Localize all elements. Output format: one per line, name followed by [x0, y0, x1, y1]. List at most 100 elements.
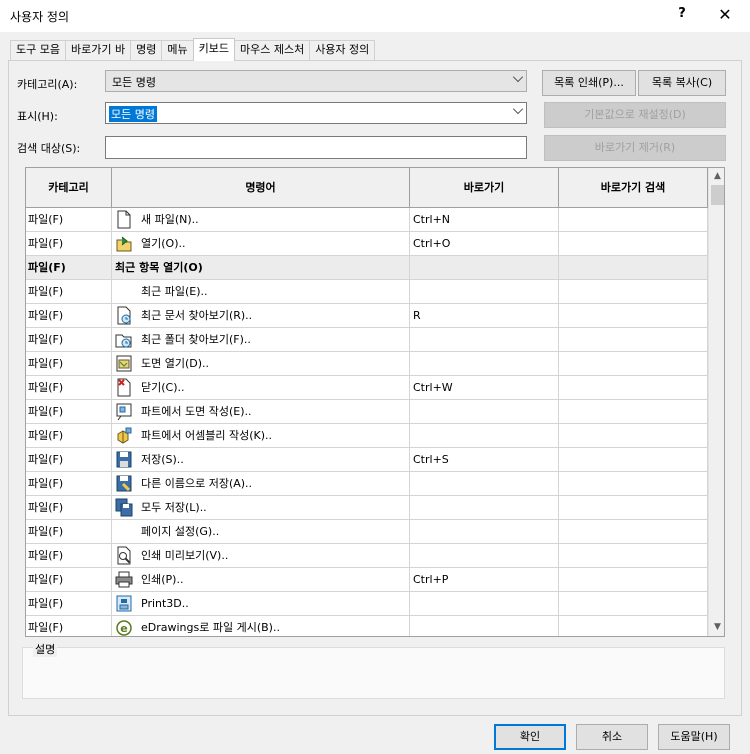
table-row[interactable]: 파일(F) 모두 저장(L).. — [26, 496, 708, 520]
chevron-down-icon — [512, 71, 524, 83]
column-header-command[interactable]: 명령어 — [112, 168, 410, 207]
table-row[interactable]: 파일(F) 저장(S).. Ctrl+S — [26, 448, 708, 472]
cell-shortcut[interactable]: Ctrl+O — [410, 232, 559, 256]
tab-2[interactable]: 명령 — [130, 40, 163, 61]
table-row[interactable]: 파일(F) 인쇄 미리보기(V).. — [26, 544, 708, 568]
command-label: 새 파일(N).. — [141, 213, 199, 226]
cell-command: 다른 이름으로 저장(A).. — [112, 472, 410, 496]
cell-category: 파일(F) — [26, 280, 112, 304]
table-row[interactable]: 파일(F) 파트에서 어셈블리 작성(K).. — [26, 424, 708, 448]
table-row[interactable]: 파일(F) 닫기(C).. Ctrl+W — [26, 376, 708, 400]
cell-shortcut[interactable]: Ctrl+N — [410, 208, 559, 232]
tab-1[interactable]: 바로가기 바 — [64, 40, 132, 61]
show-dropdown-value: 모든 명령 — [109, 106, 157, 122]
cell-category: 파일(F) — [26, 448, 112, 472]
grid-group-row[interactable]: 파일(F) 최근 항목 열기(O) — [26, 256, 708, 280]
tab-3[interactable]: 메뉴 — [161, 40, 194, 61]
cell-shortcut[interactable] — [410, 496, 559, 520]
dialog-body: 도구 모음 바로가기 바 명령 메뉴 키보드 마우스 제스처 사용자 정의 카테고리(A):… — [8, 38, 742, 716]
open-file-icon — [115, 234, 133, 253]
search-input[interactable] — [105, 136, 527, 159]
remove-shortcut-button[interactable]: 바로가기 제거(R) — [544, 135, 726, 161]
column-header-shortcut-search[interactable]: 바로가기 검색 — [559, 168, 708, 207]
column-header-shortcut[interactable]: 바로가기 — [410, 168, 559, 207]
cell-shortcut[interactable] — [410, 400, 559, 424]
make-drawing-from-part-icon — [115, 402, 133, 421]
cell-shortcut[interactable] — [410, 616, 559, 636]
cell-shortcut[interactable] — [410, 280, 559, 304]
tab-6[interactable]: 사용자 정의 — [309, 40, 376, 61]
cell-shortcut[interactable] — [410, 520, 559, 544]
description-label: 설명 — [33, 641, 58, 657]
cell-category: 파일(F) — [26, 304, 112, 328]
scroll-thumb[interactable] — [711, 185, 724, 205]
tab-0[interactable]: 도구 모음 — [10, 40, 66, 61]
cell-shortcut-search — [559, 232, 708, 256]
tab-strip: 도구 모음 바로가기 바 명령 메뉴 키보드 마우스 제스처 사용자 정의 — [10, 38, 376, 61]
cell-shortcut[interactable]: Ctrl+S — [410, 448, 559, 472]
category-dropdown[interactable]: 모든 명령 — [105, 70, 527, 92]
table-row[interactable]: 파일(F) 페이지 설정(G).. — [26, 520, 708, 544]
save-all-icon — [115, 498, 133, 517]
copy-list-button[interactable]: 목록 복사(C) — [638, 70, 726, 96]
cell-shortcut[interactable]: Ctrl+W — [410, 376, 559, 400]
cell-category: 파일(F) — [26, 592, 112, 616]
category-label: 카테고리(A): — [17, 78, 78, 91]
table-row[interactable]: 파일(F) 인쇄(P).. Ctrl+P — [26, 568, 708, 592]
cell-shortcut[interactable] — [410, 424, 559, 448]
table-row[interactable]: 파일(F) 파트에서 도면 작성(E).. — [26, 400, 708, 424]
cell-category: 파일(F) — [26, 256, 112, 280]
table-row[interactable]: 파일(F) 새 파일(N).. Ctrl+N — [26, 208, 708, 232]
print-list-button[interactable]: 목록 인쇄(P)... — [542, 70, 636, 96]
save-as-icon — [115, 474, 133, 493]
cell-command: 열기(O).. — [112, 232, 410, 256]
vertical-scrollbar[interactable]: ▲ ▼ — [708, 168, 724, 636]
table-row[interactable]: 파일(F) Print3D.. — [26, 592, 708, 616]
scroll-down-icon[interactable]: ▼ — [709, 619, 724, 636]
browse-recent-folders-icon — [115, 330, 133, 349]
cell-shortcut[interactable] — [410, 544, 559, 568]
show-dropdown[interactable]: 모든 명령 — [105, 102, 527, 124]
cell-command: 페이지 설정(G).. — [112, 520, 410, 544]
cancel-button[interactable]: 취소 — [576, 724, 648, 750]
command-label: eDrawings로 파일 게시(B).. — [141, 621, 280, 634]
cell-shortcut[interactable] — [410, 256, 559, 280]
table-row[interactable]: 파일(F) 열기(O).. Ctrl+O — [26, 232, 708, 256]
cell-shortcut-search — [559, 280, 708, 304]
command-label: 페이지 설정(G).. — [141, 525, 220, 538]
tab-5[interactable]: 마우스 제스처 — [233, 40, 311, 61]
tab-4[interactable]: 키보드 — [192, 38, 235, 61]
cell-shortcut-search — [559, 592, 708, 616]
cell-shortcut-search — [559, 472, 708, 496]
cell-shortcut[interactable] — [410, 328, 559, 352]
table-row[interactable]: 파일(F) 최근 파일(E).. — [26, 280, 708, 304]
cell-shortcut[interactable]: Ctrl+P — [410, 568, 559, 592]
cell-shortcut[interactable] — [410, 592, 559, 616]
ok-button[interactable]: 확인 — [494, 724, 566, 750]
cell-shortcut[interactable]: R — [410, 304, 559, 328]
command-label: 다른 이름으로 저장(A).. — [141, 477, 253, 490]
table-row[interactable]: 파일(F) e eDrawings로 파일 게시(B).. — [26, 616, 708, 636]
scroll-up-icon[interactable]: ▲ — [709, 168, 724, 185]
cell-shortcut[interactable] — [410, 352, 559, 376]
cell-command: 인쇄 미리보기(V).. — [112, 544, 410, 568]
cell-shortcut-search — [559, 208, 708, 232]
help-button[interactable]: 도움말(H) — [658, 724, 730, 750]
cell-shortcut-search — [559, 520, 708, 544]
table-row[interactable]: 파일(F) 도면 열기(D).. — [26, 352, 708, 376]
save-icon — [115, 450, 133, 469]
help-icon[interactable]: ? — [672, 6, 692, 26]
column-header-category[interactable]: 카테고리 — [26, 168, 112, 207]
show-label: 표시(H): — [17, 110, 58, 123]
command-label: 닫기(C).. — [141, 381, 185, 394]
command-label: 도면 열기(D).. — [141, 357, 210, 370]
new-file-icon — [115, 210, 133, 229]
table-row[interactable]: 파일(F) 다른 이름으로 저장(A).. — [26, 472, 708, 496]
make-assembly-from-part-icon — [115, 426, 133, 445]
table-row[interactable]: 파일(F) 최근 폴더 찾아보기(F).. — [26, 328, 708, 352]
cell-shortcut[interactable] — [410, 472, 559, 496]
cell-shortcut-search — [559, 376, 708, 400]
close-icon[interactable]: ✕ — [714, 5, 736, 27]
reset-defaults-button[interactable]: 기본값으로 재설정(D) — [544, 102, 726, 128]
table-row[interactable]: 파일(F) 최근 문서 찾아보기(R).. R — [26, 304, 708, 328]
